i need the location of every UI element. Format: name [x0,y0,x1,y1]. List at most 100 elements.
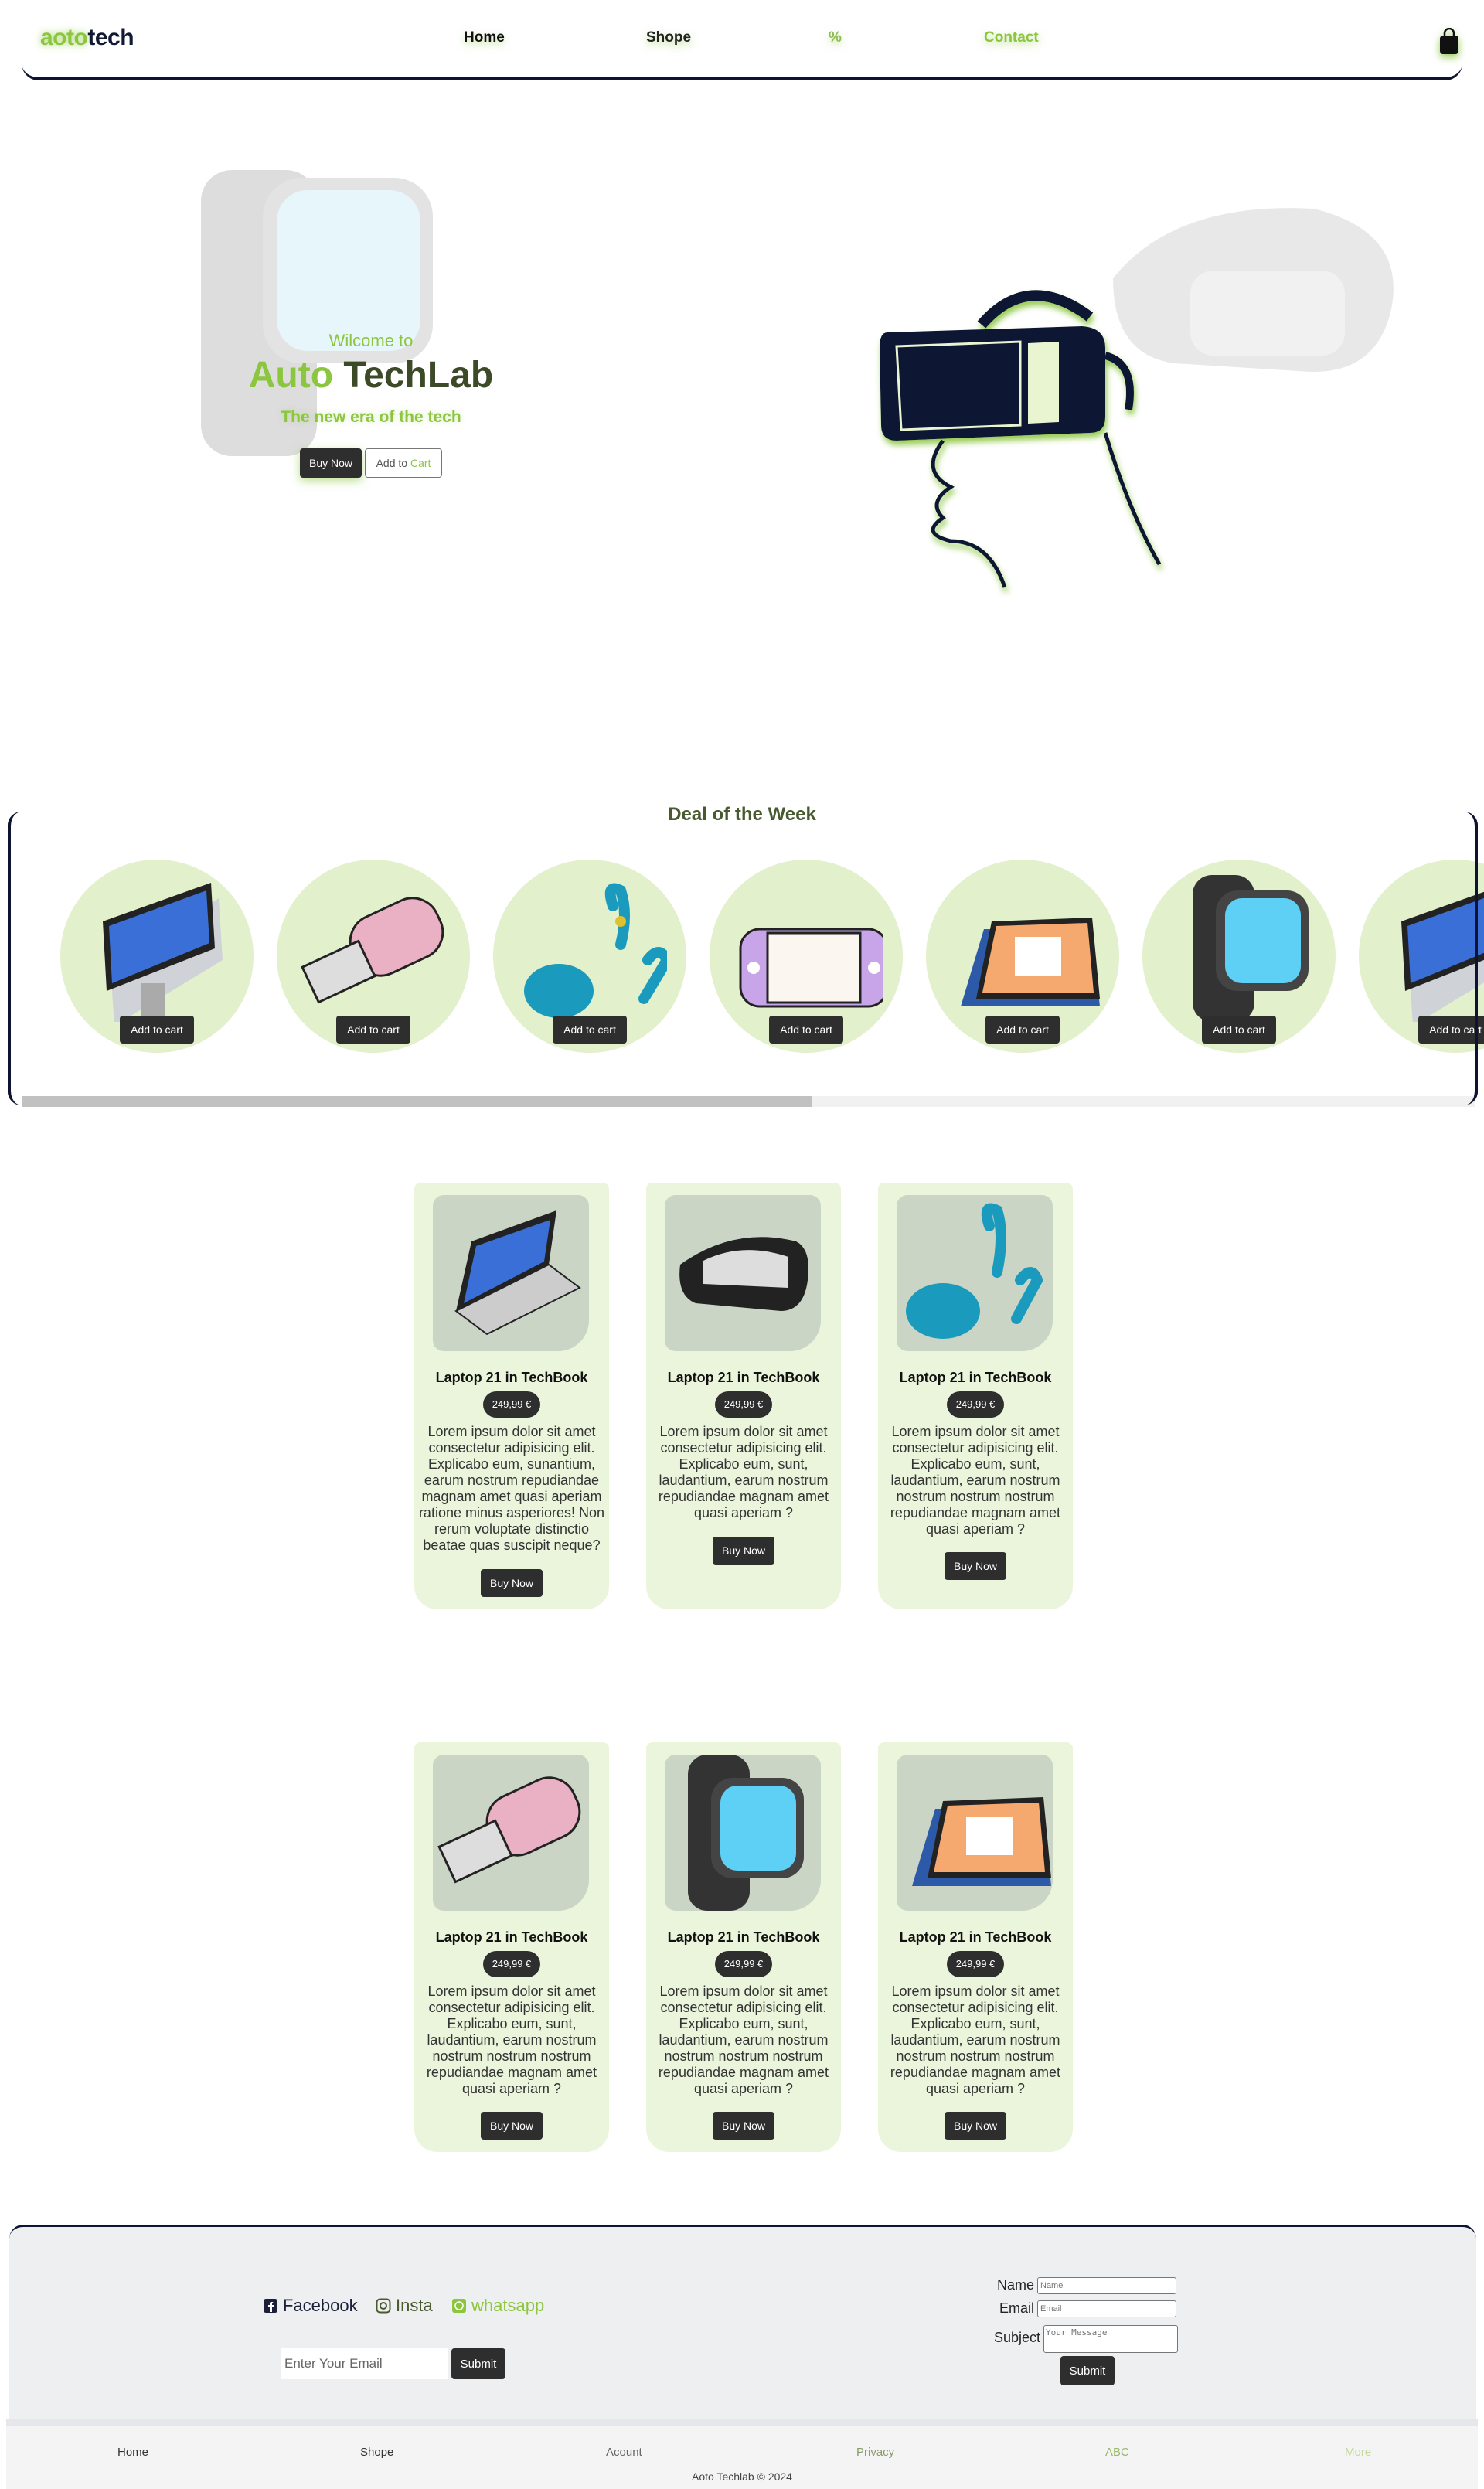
deals-title: Deal of the Week [668,804,816,825]
product-card: Laptop 21 in TechBook 249,99 € Lorem ips… [414,1183,609,1609]
bottom-link-privacy[interactable]: Privacy [856,2446,894,2459]
deal-add-to-cart-button[interactable]: Add to cart [1202,1016,1276,1044]
product-card: Laptop 21 in TechBook 249,99 € Lorem ips… [878,1183,1073,1609]
earbuds-icon [906,1203,1043,1339]
contact-name-input[interactable] [1037,2277,1176,2294]
smartwatch-icon [1193,875,1309,1022]
newsletter-email-input[interactable] [281,2348,448,2379]
product-card: Laptop 21 in TechBook 249,99 € Lorem ips… [878,1742,1073,2152]
earbuds-icon [524,883,667,1018]
deal-add-to-cart-button[interactable]: Add to cart [553,1016,627,1044]
logo-part-tech: tech [87,25,134,50]
top-navbar: aototech Home Shope % Contact [22,14,1462,80]
social-link-facebook[interactable]: Facebook [263,2296,358,2316]
social-link-whatsapp[interactable]: whatsapp [451,2296,544,2316]
hero-title-auto: Auto [248,355,334,396]
vr-headset-icon [679,1237,808,1311]
contact-email-input[interactable] [1037,2300,1176,2317]
contact-subject-label: Subject [993,2330,1040,2345]
whatsapp-icon [452,2299,466,2313]
product-image [897,1195,1053,1351]
bottom-link-home[interactable]: Home [117,2446,148,2459]
product-description: Lorem ipsum dolor sit amet consectetur a… [658,1424,829,1520]
deal-item-tablet[interactable]: Add to cart [926,860,1119,1053]
deals-scrollbar-thumb[interactable] [22,1096,812,1107]
contact-message-textarea[interactable] [1043,2325,1178,2353]
deal-add-to-cart-button[interactable]: Add to cart [1418,1016,1484,1044]
page: aototech Home Shope % Contact Wilcome to… [0,0,1484,2489]
bottom-link-more[interactable]: More [1345,2446,1371,2459]
contact-submit-button[interactable]: Submit [1060,2356,1115,2385]
monitor-icon [1401,891,1484,1022]
nav-link-home[interactable]: Home [464,29,505,46]
hero-title-techlab: TechLab [343,355,494,396]
hero-cart-label: Cart [410,457,431,469]
hero-title: Auto TechLab [186,354,556,397]
tablet-icon [912,1797,1051,1886]
product-description: Lorem ipsum dolor sit amet consectetur a… [890,1424,1061,1537]
product-price-badge: 249,99 € [483,1391,540,1418]
deal-add-to-cart-button[interactable]: Add to cart [336,1016,410,1044]
usb-drive-icon [437,1776,581,1884]
bottom-link-shope[interactable]: Shope [360,2446,393,2459]
contact-email-label: Email [999,2300,1034,2316]
deal-item-monitor[interactable]: Add to cart [60,860,254,1053]
product-name: Laptop 21 in TechBook [435,1929,588,1945]
product-description: Lorem ipsum dolor sit amet consectetur a… [426,1983,597,2096]
laptop-icon [454,1210,581,1336]
usb-drive-icon [301,897,444,1004]
buy-now-button[interactable]: Buy Now [481,1569,543,1597]
insta-label: Insta [396,2296,433,2315]
instagram-icon [376,2298,391,2314]
deal-item-console[interactable]: Add to cart [710,860,903,1053]
tablet-icon [961,918,1100,1006]
hero-add-label: Add to [376,457,408,469]
game-console-icon [739,928,883,1008]
product-name: Laptop 21 in TechBook [667,1929,820,1945]
product-card: Laptop 21 in TechBook 249,99 € Lorem ips… [414,1742,609,2152]
product-card: Laptop 21 in TechBook 249,99 € Lorem ips… [646,1742,841,2152]
product-image [433,1755,589,1911]
deal-item-usb[interactable]: Add to cart [277,860,470,1053]
product-description: Lorem ipsum dolor sit amet consectetur a… [418,1424,605,1553]
newsletter-submit-button[interactable]: Submit [451,2348,505,2379]
product-price-badge: 249,99 € [947,1391,1004,1418]
contact-name-label: Name [996,2277,1034,2293]
deal-add-to-cart-button[interactable]: Add to cart [120,1016,194,1044]
product-name: Laptop 21 in TechBook [435,1370,588,1385]
facebook-icon [264,2299,277,2313]
product-image [433,1195,589,1351]
copyright-text: Aoto Techlab © 2024 [692,2470,792,2483]
nav-link-contact[interactable]: Contact [984,29,1039,46]
buy-now-button[interactable]: Buy Now [481,2112,543,2140]
whatsapp-label: whatsapp [471,2296,545,2315]
deal-add-to-cart-button[interactable]: Add to cart [985,1016,1060,1044]
nav-link-shope[interactable]: Shope [646,29,691,46]
bottom-link-abc[interactable]: ABC [1105,2446,1129,2459]
logo-part-aoto: aoto [40,25,88,50]
shopping-bag-icon[interactable] [1438,28,1461,56]
smartwatch-icon [688,1755,804,1911]
product-description: Lorem ipsum dolor sit amet consectetur a… [658,1983,829,2096]
bottom-link-acount[interactable]: Acount [606,2446,642,2459]
site-logo[interactable]: aototech [40,25,134,51]
hero-buy-now-button[interactable]: Buy Now [300,448,362,478]
deal-add-to-cart-button[interactable]: Add to cart [769,1016,843,1044]
buy-now-button[interactable]: Buy Now [945,2112,1006,2140]
hero-subtitle: The new era of the tech [281,408,461,426]
product-price-badge: 249,99 € [947,1951,1004,1977]
product-description: Lorem ipsum dolor sit amet consectetur a… [890,1983,1061,2096]
product-image [897,1755,1053,1911]
hero-welcome-text: Wilcome to [328,331,414,350]
buy-now-button[interactable]: Buy Now [945,1552,1006,1580]
buy-now-button[interactable]: Buy Now [713,2112,774,2140]
social-link-insta[interactable]: Insta [376,2296,433,2316]
buy-now-button[interactable]: Buy Now [713,1537,774,1565]
deal-item-earbuds[interactable]: Add to cart [493,860,686,1053]
product-card: Laptop 21 in TechBook 249,99 € Lorem ips… [646,1183,841,1609]
vr-user-illustration [880,290,1162,588]
footer [9,2225,1476,2421]
hero-add-to-cart-button[interactable]: Add to Cart [365,448,442,478]
nav-link-percent[interactable]: % [829,29,842,46]
deal-item-smartwatch[interactable]: Add to cart [1142,860,1336,1053]
